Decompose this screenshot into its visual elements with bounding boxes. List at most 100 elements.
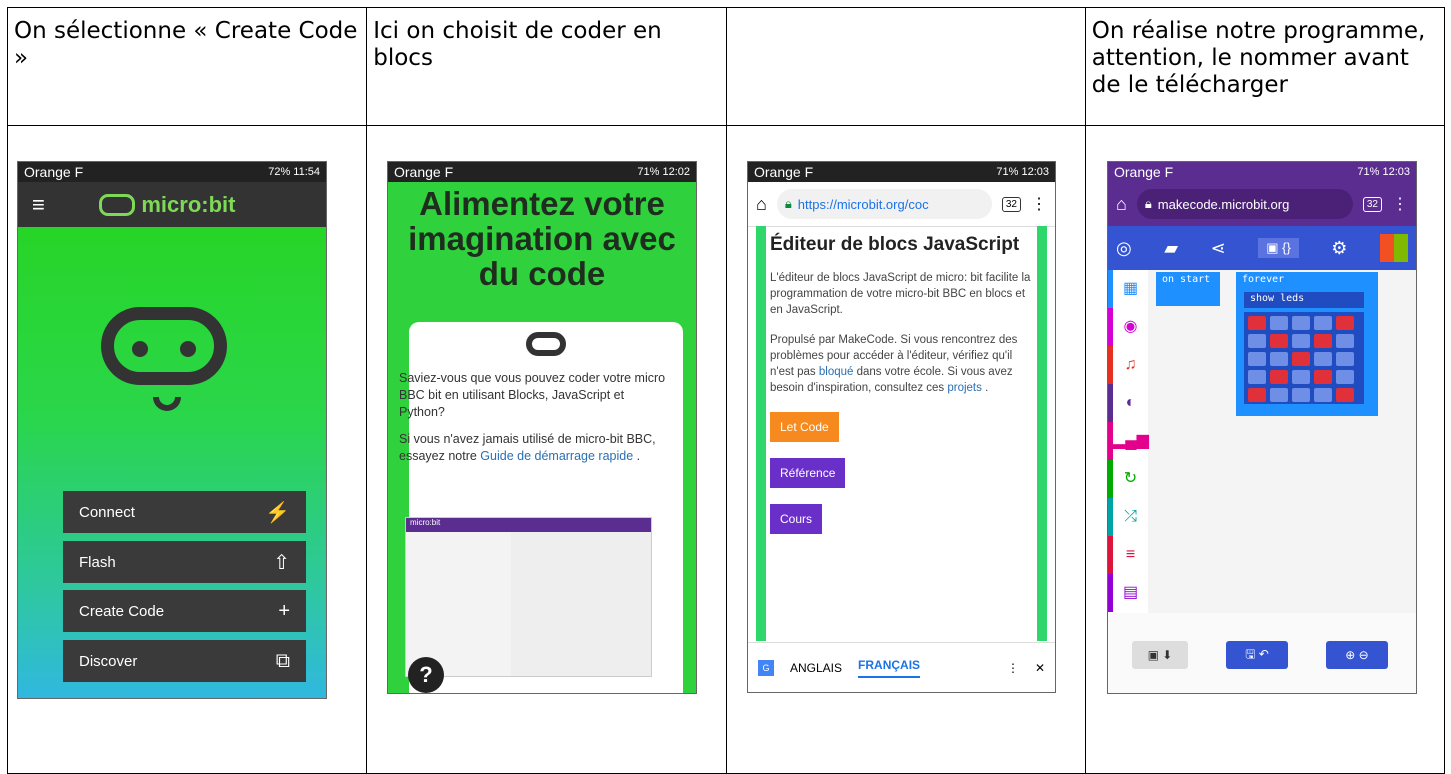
led-cell[interactable]	[1248, 388, 1266, 402]
create-code-button[interactable]: Create Code +	[63, 590, 306, 632]
caption-2: Ici on choisit de coder en blocs	[366, 7, 727, 126]
discover-button[interactable]: Discover ⧉	[63, 640, 306, 682]
phone-screenshot-makecode-editor: Orange F 71% 12:03 ⌂ 🔒︎ makecode.microbit.…	[1107, 161, 1417, 694]
menu-icon[interactable]: ≡	[32, 192, 45, 218]
status-bar: Orange F 71% 12:03	[1108, 162, 1416, 182]
blocks-javascript-toggle[interactable]: ▣ {}	[1258, 238, 1299, 258]
led-cell[interactable]	[1292, 316, 1310, 330]
logic-category-icon[interactable]: ⤮	[1108, 498, 1148, 536]
eye-left	[132, 341, 148, 357]
share-icon[interactable]: ⋖	[1211, 238, 1226, 259]
more-icon[interactable]: ⋮	[1031, 194, 1047, 214]
connect-button[interactable]: Connect ⚡	[63, 491, 306, 533]
led-cell[interactable]	[1314, 334, 1332, 348]
led-cell[interactable]	[1336, 370, 1354, 384]
music-category-icon[interactable]: ♫	[1108, 346, 1148, 384]
status-indicators: 71% 12:03	[996, 166, 1049, 178]
url-text: https://microbit.org/coc	[797, 196, 929, 212]
tabs-count[interactable]: 32	[1001, 196, 1021, 212]
gear-icon[interactable]: ⚙	[1331, 238, 1347, 259]
home-icon[interactable]: ⌂	[1116, 194, 1127, 215]
url-field[interactable]: 🔒︎ https://microbit.org/coc	[776, 189, 992, 219]
save-undo-button[interactable]: 🖫 ↶	[1226, 641, 1288, 669]
reference-button[interactable]: Référence	[770, 458, 846, 488]
close-icon[interactable]: ✕	[1035, 661, 1045, 675]
microbit-icon[interactable]: ◎	[1116, 238, 1132, 259]
info-card: Saviez-vous que vous pouvez coder votre …	[399, 322, 683, 693]
led-cell[interactable]	[1248, 316, 1266, 330]
led-cell[interactable]	[1292, 334, 1310, 348]
led-cell[interactable]	[1248, 370, 1266, 384]
led-cell[interactable]	[1292, 388, 1310, 402]
stripe-right	[1037, 226, 1047, 641]
status-indicators: 72% 11:54	[268, 166, 320, 178]
led-cell[interactable]	[1336, 316, 1354, 330]
more-icon[interactable]: ⋮	[1007, 661, 1019, 675]
led-cell[interactable]	[1336, 334, 1354, 348]
lang-english[interactable]: ANGLAIS	[790, 661, 842, 675]
translate-bar: G ANGLAIS FRANÇAIS ⋮ ✕	[748, 642, 1055, 692]
input-category-icon[interactable]: ◉	[1108, 308, 1148, 346]
carrier: Orange F	[1114, 164, 1174, 180]
math-category-icon[interactable]: ▤	[1108, 574, 1148, 612]
folder-icon[interactable]: ▰	[1164, 238, 1178, 259]
caption-1: On sélectionne « Create Code »	[6, 7, 368, 126]
carrier: Orange F	[24, 164, 84, 180]
url-field[interactable]: 🔒︎ makecode.microbit.org	[1136, 189, 1353, 219]
blocked-link[interactable]: bloqué	[819, 366, 854, 378]
led-cell[interactable]	[1270, 388, 1288, 402]
led-cell[interactable]	[1314, 370, 1332, 384]
lock-icon: 🔒︎	[1144, 196, 1152, 211]
url-text: makecode.microbit.org	[1157, 196, 1290, 212]
led-cell[interactable]	[1248, 352, 1266, 366]
carrier: Orange F	[754, 164, 814, 180]
bottom-toolbar: ▣ ⬇ 🖫 ↶ ⊕ ⊖	[1108, 613, 1416, 693]
led-category-icon[interactable]: ◐	[1108, 384, 1148, 422]
page-heading: Éditeur de blocs JavaScript	[770, 234, 1020, 255]
led-cell[interactable]	[1314, 316, 1332, 330]
status-indicators: 71% 12:03	[1357, 166, 1410, 178]
flash-button[interactable]: Flash ⇧	[63, 541, 306, 583]
loops-category-icon[interactable]: ↻	[1108, 460, 1148, 498]
led-cell[interactable]	[1292, 370, 1310, 384]
variables-category-icon[interactable]: ≡	[1108, 536, 1148, 574]
courses-button[interactable]: Cours	[770, 504, 823, 534]
let-code-button[interactable]: Let Code	[770, 412, 839, 442]
lock-icon: 🔒︎	[784, 196, 792, 211]
projects-link[interactable]: projets	[947, 382, 982, 394]
help-icon[interactable]: ?	[408, 657, 444, 693]
zoom-buttons[interactable]: ⊕ ⊖	[1326, 641, 1388, 669]
led-cell[interactable]	[1336, 388, 1354, 402]
headline: Alimentez votre imagination avec du code	[408, 185, 676, 292]
led-cell[interactable]	[1292, 352, 1310, 366]
led-cell[interactable]	[1336, 352, 1354, 366]
led-cell[interactable]	[1270, 334, 1288, 348]
app-header: ≡ micro:bit	[18, 182, 326, 227]
led-cell[interactable]	[1270, 370, 1288, 384]
phone-screenshot-block-editor-page: Orange F 71% 12:03 ⌂ 🔒︎ https://microbit.o…	[747, 161, 1056, 693]
radio-category-icon[interactable]: ▂▄▆	[1108, 422, 1149, 460]
caption-3	[725, 7, 1086, 126]
led-grid[interactable]	[1244, 312, 1364, 404]
flash-label: Flash	[79, 553, 116, 571]
tabs-count[interactable]: 32	[1362, 196, 1382, 212]
basic-category-icon[interactable]: ▦	[1108, 270, 1148, 308]
more-icon[interactable]: ⋮	[1392, 194, 1408, 214]
led-cell[interactable]	[1314, 388, 1332, 402]
led-cell[interactable]	[1314, 352, 1332, 366]
led-cell[interactable]	[1270, 316, 1288, 330]
download-button[interactable]: ▣ ⬇	[1132, 641, 1188, 669]
page-para-1: L'éditeur de blocs JavaScript de micro: …	[770, 272, 1031, 316]
editor-thumbnail: micro:bit	[405, 517, 652, 677]
show-leds-block[interactable]: show leds	[1244, 292, 1364, 308]
logo-icon	[99, 193, 136, 216]
led-cell[interactable]	[1248, 334, 1266, 348]
led-cell[interactable]	[1270, 352, 1288, 366]
lang-french[interactable]: FRANÇAIS	[858, 658, 921, 678]
page-body: Éditeur de blocs JavaScript L'éditeur de…	[770, 234, 1032, 534]
para-2-end: .	[633, 449, 641, 463]
on-start-block[interactable]: on start	[1156, 272, 1220, 306]
page-para-2: Propulsé par MakeCode. Si vous rencontre…	[770, 332, 1032, 396]
guide-link[interactable]: Guide de démarrage rapide	[480, 449, 633, 463]
home-icon[interactable]: ⌂	[756, 194, 767, 215]
